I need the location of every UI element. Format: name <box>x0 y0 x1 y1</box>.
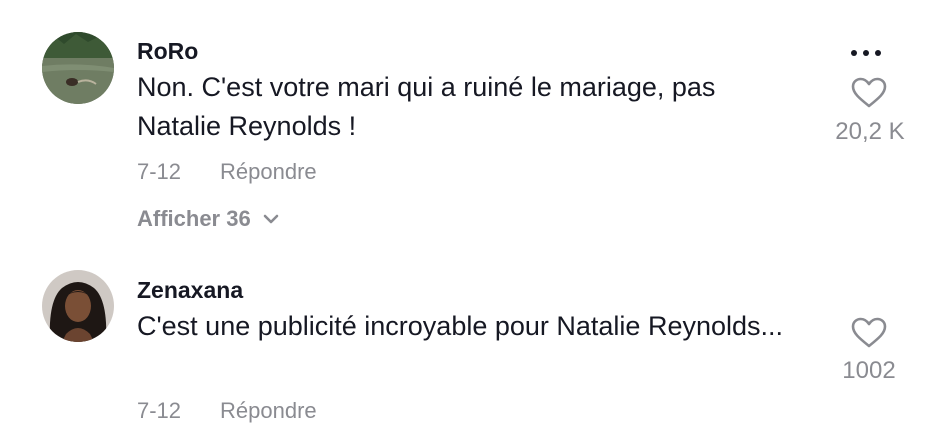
view-replies-label: Afficher 36 <box>137 206 251 231</box>
lake-photo-icon <box>42 32 114 104</box>
comment-username[interactable]: Zenaxana <box>137 277 243 304</box>
reply-button[interactable]: Répondre <box>220 159 317 185</box>
more-options-icon[interactable] <box>851 50 881 56</box>
comment-date: 7-12 <box>137 159 182 184</box>
comment-text: Non. C'est votre mari qui a ruiné le mar… <box>137 72 716 141</box>
heart-icon[interactable] <box>851 77 887 109</box>
reply-button[interactable]: Répondre <box>220 398 317 424</box>
like-count: 20,2 K <box>835 118 905 145</box>
portrait-photo-icon <box>42 270 114 342</box>
heart-icon[interactable] <box>851 317 887 349</box>
avatar[interactable] <box>42 32 114 104</box>
view-replies-button[interactable]: Afficher 36 <box>137 206 279 232</box>
chevron-down-icon <box>263 214 279 224</box>
like-count: 1002 <box>842 357 896 384</box>
avatar[interactable] <box>42 270 114 342</box>
comment-username[interactable]: RoRo <box>137 38 198 65</box>
comment-date: 7-12 <box>137 398 182 423</box>
comment-text: C'est une publicité incroyable pour Nata… <box>137 311 784 341</box>
